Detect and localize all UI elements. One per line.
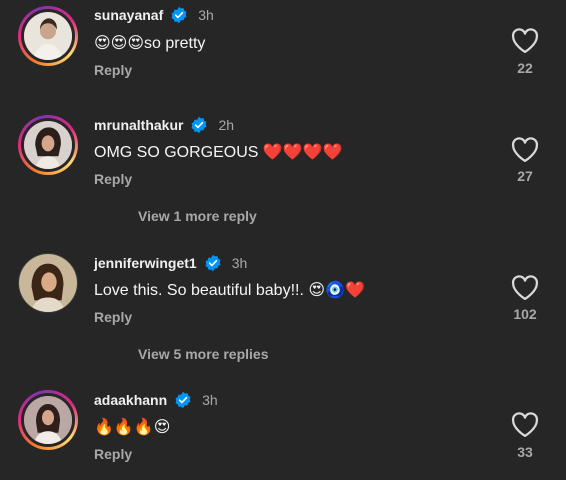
- comment-text: OMG SO GORGEOUS ❤️❤️❤️❤️: [94, 144, 343, 161]
- reply-button[interactable]: Reply: [94, 446, 132, 462]
- verified-badge-icon: [171, 6, 187, 24]
- like-count: 27: [517, 168, 533, 184]
- timestamp: 2h: [218, 117, 235, 133]
- heart-outline-icon: [511, 412, 539, 437]
- like-button[interactable]: [510, 26, 540, 54]
- like-count: 102: [513, 306, 537, 322]
- username[interactable]: sunayanaf 3h: [94, 6, 214, 24]
- verified-badge-icon: [175, 391, 191, 409]
- heart-outline-icon: [511, 28, 539, 53]
- verified-badge-icon: [191, 116, 207, 134]
- heart-outline-icon: [511, 137, 539, 162]
- comment-text: 😍😍😍so pretty: [94, 35, 206, 52]
- like-count: 22: [517, 60, 533, 76]
- avatar[interactable]: [18, 115, 78, 175]
- timestamp: 3h: [198, 7, 214, 23]
- view-more-replies[interactable]: View 1 more reply: [138, 208, 257, 224]
- username[interactable]: mrunalthakur 2h: [94, 116, 234, 134]
- verified-badge-icon: [205, 254, 221, 272]
- like-button[interactable]: [510, 410, 540, 438]
- reply-button[interactable]: Reply: [94, 309, 132, 325]
- timestamp: 3h: [202, 392, 218, 408]
- like-button[interactable]: [510, 135, 540, 163]
- comment-text: 🔥🔥🔥😍: [94, 419, 171, 436]
- avatar[interactable]: [18, 390, 78, 450]
- reply-button[interactable]: Reply: [94, 62, 132, 78]
- username-text[interactable]: jenniferwinget1: [94, 255, 197, 271]
- username-text[interactable]: adaakhann: [94, 392, 167, 408]
- username-text[interactable]: sunayanaf: [94, 7, 163, 23]
- like-button[interactable]: [510, 273, 540, 301]
- like-count: 33: [517, 444, 533, 460]
- timestamp: 3h: [231, 255, 248, 271]
- view-more-replies[interactable]: View 5 more replies: [138, 346, 268, 362]
- avatar[interactable]: [18, 253, 78, 313]
- avatar[interactable]: [18, 6, 78, 66]
- reply-button[interactable]: Reply: [94, 171, 132, 187]
- username[interactable]: jenniferwinget1 3h: [94, 254, 247, 272]
- comment-text: Love this. So beautiful baby!!. 😍🧿❤️: [94, 282, 365, 299]
- username[interactable]: adaakhann 3h: [94, 391, 218, 409]
- username-text[interactable]: mrunalthakur: [94, 117, 183, 133]
- heart-outline-icon: [511, 275, 539, 300]
- comment-list: sunayanaf 3h 😍😍😍so pretty Reply 22 mruna…: [0, 0, 566, 480]
